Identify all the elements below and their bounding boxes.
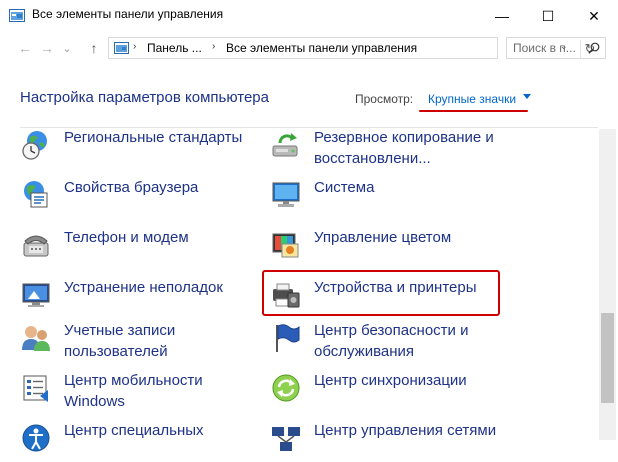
forward-button[interactable]: → [36,33,58,63]
phone-modem-icon [23,235,49,257]
mobility-center-icon [23,375,48,402]
item-label: Центр мобильности Windows [64,372,203,410]
breadcrumb-all-items[interactable]: Все элементы панели управления [226,41,417,55]
vertical-scrollbar[interactable] [599,129,616,440]
content-pane: Настройка параметров компьютера Просмотр… [0,64,618,452]
annotation-highlight-box [262,270,500,316]
color-management-icon [272,233,299,258]
address-bar[interactable]: › Панель ... › Все элементы панели управ… [108,37,595,59]
item-label: Центр безопасности и обслуживания [314,322,469,360]
breadcrumb-separator-icon: › [212,41,216,52]
troubleshooting-icon [22,283,50,307]
view-by-dropdown[interactable]: Крупные значки [428,92,516,106]
minimize-button[interactable]: — [479,0,525,32]
breadcrumb-control-panel[interactable]: Панель ... [147,41,202,55]
item-label: Свойства браузера [64,179,199,196]
network-center-icon [272,427,300,451]
backup-restore-icon [272,133,298,157]
item-label: Резервное копирование и восстановлени... [314,129,494,167]
forward-arrow-icon: → [40,40,54,56]
scrollbar-thumb[interactable] [601,313,614,403]
window-title: Все элементы панели управления [32,7,224,21]
minimize-icon: — [495,8,509,24]
annotation-underline [419,110,528,112]
item-label: Региональные стандарты [64,129,243,146]
recent-locations-button[interactable]: ⌄ [59,33,75,63]
item-label: Учетные записи пользователей [64,322,176,360]
breadcrumb-separator-icon: › [133,41,137,52]
up-button[interactable]: ↑ [83,33,105,63]
item-label: Управление цветом [314,229,452,246]
search-icon [588,42,600,54]
control-panel-icon [114,42,129,54]
page-title: Настройка параметров компьютера [20,89,269,106]
ease-of-access-icon [22,424,50,452]
up-arrow-icon: ↑ [90,40,98,56]
control-panel-window: Все элементы панели управления — ☐ ✕ ← →… [0,0,618,452]
title-bar: Все элементы панели управления — ☐ ✕ [0,0,618,32]
back-button[interactable]: ← [14,33,36,63]
back-arrow-icon: ← [18,40,32,56]
maximize-button[interactable]: ☐ [525,0,571,32]
item-label: Центр специальных [64,422,204,439]
search-input[interactable]: Поиск в п... [506,37,606,59]
close-button[interactable]: ✕ [571,0,617,32]
item-label: Телефон и модем [64,229,189,246]
region-clock-icon [22,131,47,160]
security-flag-icon [276,324,300,352]
maximize-icon: ☐ [541,7,555,24]
chevron-down-icon: ⌄ [62,42,72,55]
search-placeholder: Поиск в п... [513,41,576,55]
user-accounts-icon [22,326,50,351]
internet-options-icon [24,181,48,208]
sync-center-icon [272,374,300,402]
item-label: Центр управления сетями [314,422,497,439]
control-panel-icon [9,9,25,22]
close-icon: ✕ [588,7,600,24]
item-label: Центр синхронизации [314,372,467,389]
address-row: ← → ⌄ ↑ › Панель ... › Все элементы пане… [0,33,618,63]
view-by-label: Просмотр: [355,92,414,106]
item-label: Устранение неполадок [64,279,223,296]
system-monitor-icon [272,182,300,207]
dropdown-caret-icon[interactable] [523,94,531,99]
item-label: Система [314,179,375,196]
